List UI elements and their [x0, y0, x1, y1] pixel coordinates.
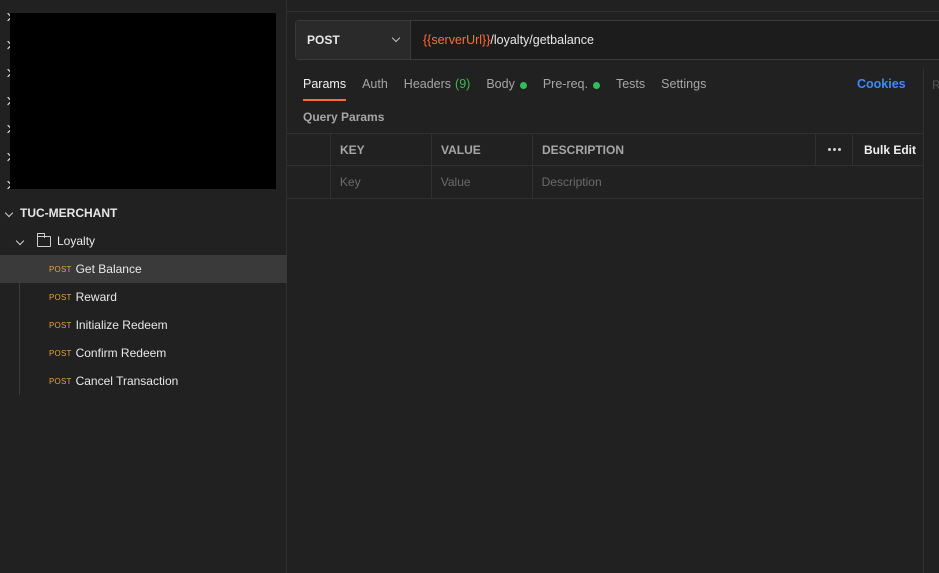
key-placeholder: Key: [339, 175, 361, 189]
tab-label: Params: [303, 77, 347, 91]
method-badge: POST: [49, 292, 72, 302]
row-checkbox-cell: [287, 166, 331, 198]
request-tabs: Params Auth Headers (9) Body Pre-req. Tes…: [303, 73, 722, 101]
request-get-balance[interactable]: POST Get Balance: [0, 255, 287, 283]
request-confirm-redeem[interactable]: POST Confirm Redeem: [0, 339, 287, 367]
tab-params[interactable]: Params: [303, 73, 347, 101]
params-table: KEY VALUE DESCRIPTION Bulk Edit Key Valu…: [287, 133, 923, 199]
method-badge: POST: [49, 348, 72, 358]
cookies-link[interactable]: Cookies: [857, 77, 906, 91]
request-cancel-transaction[interactable]: POST Cancel Transaction: [0, 367, 287, 395]
right-panel-divider: [923, 68, 924, 573]
request-label: Cancel Transaction: [75, 374, 179, 388]
folder-icon: [37, 232, 51, 247]
tab-strip: [287, 0, 939, 12]
chevron-down-icon: [391, 33, 401, 43]
url-variable: {{serverUrl}}: [423, 33, 491, 47]
column-header-key: KEY: [331, 134, 432, 165]
redacted-region: [10, 13, 276, 189]
key-input[interactable]: Key: [331, 166, 432, 198]
bulk-edit-label: Bulk Edit: [864, 142, 917, 157]
request-editor: POST {{serverUrl}}/loyalty/getbalance Pa…: [287, 0, 939, 573]
tab-body[interactable]: Body: [486, 73, 527, 101]
request-label: Reward: [75, 290, 117, 304]
table-row: Key Value Description: [287, 166, 923, 199]
request-label: Get Balance: [75, 262, 142, 276]
tab-label: Tests: [615, 77, 646, 91]
method-value: POST: [307, 33, 340, 47]
ellipsis-icon: [827, 148, 841, 151]
collection-label: TUC-MERCHANT: [20, 206, 118, 220]
tab-prereq[interactable]: Pre-req.: [543, 73, 600, 101]
description-placeholder: Description: [541, 175, 602, 189]
status-dot-icon: [519, 82, 527, 89]
checkbox-column-header: [287, 134, 331, 165]
folder-label: Loyalty: [57, 234, 96, 248]
right-panel-label-partial: R: [932, 78, 939, 92]
request-initialize-redeem[interactable]: POST Initialize Redeem: [0, 311, 287, 339]
folder-loyalty[interactable]: Loyalty: [0, 227, 287, 255]
headers-count: (9): [455, 77, 471, 91]
description-input[interactable]: Description: [533, 166, 923, 198]
tab-label: Auth: [362, 77, 388, 91]
collection-tuc-merchant[interactable]: TUC-MERCHANT: [0, 199, 287, 227]
url-input[interactable]: {{serverUrl}}/loyalty/getbalance: [411, 21, 939, 59]
tab-label: Settings: [661, 77, 707, 91]
method-badge: POST: [49, 320, 72, 330]
request-label: Confirm Redeem: [75, 346, 167, 360]
column-header-description: DESCRIPTION: [533, 134, 816, 165]
request-reward[interactable]: POST Reward: [0, 283, 287, 311]
tab-label: Headers: [403, 77, 452, 91]
value-input[interactable]: Value: [432, 166, 533, 198]
request-label: Initialize Redeem: [75, 318, 168, 332]
chevron-down-icon[interactable]: [15, 236, 25, 246]
method-select[interactable]: POST: [296, 21, 411, 59]
column-header-value: VALUE: [432, 134, 533, 165]
tab-tests[interactable]: Tests: [616, 73, 645, 101]
status-dot-icon: [592, 82, 600, 89]
table-header-row: KEY VALUE DESCRIPTION Bulk Edit: [287, 133, 923, 166]
tab-auth[interactable]: Auth: [362, 73, 388, 101]
tab-settings[interactable]: Settings: [661, 73, 706, 101]
tab-label: Body: [486, 77, 515, 91]
tab-label: Pre-req.: [542, 77, 588, 91]
chevron-down-icon[interactable]: [4, 208, 14, 218]
method-badge: POST: [49, 376, 72, 386]
tab-headers[interactable]: Headers (9): [404, 73, 471, 101]
bulk-edit-button[interactable]: Bulk Edit: [853, 134, 923, 165]
query-params-title: Query Params: [303, 110, 385, 124]
method-badge: POST: [49, 264, 72, 274]
url-path: /loyalty/getbalance: [490, 33, 594, 47]
sidebar: TUC-MERCHANT Loyalty POST Get Balance PO…: [0, 0, 287, 573]
url-bar: POST {{serverUrl}}/loyalty/getbalance: [295, 20, 939, 60]
value-placeholder: Value: [440, 175, 471, 189]
more-options-button[interactable]: [816, 134, 853, 165]
